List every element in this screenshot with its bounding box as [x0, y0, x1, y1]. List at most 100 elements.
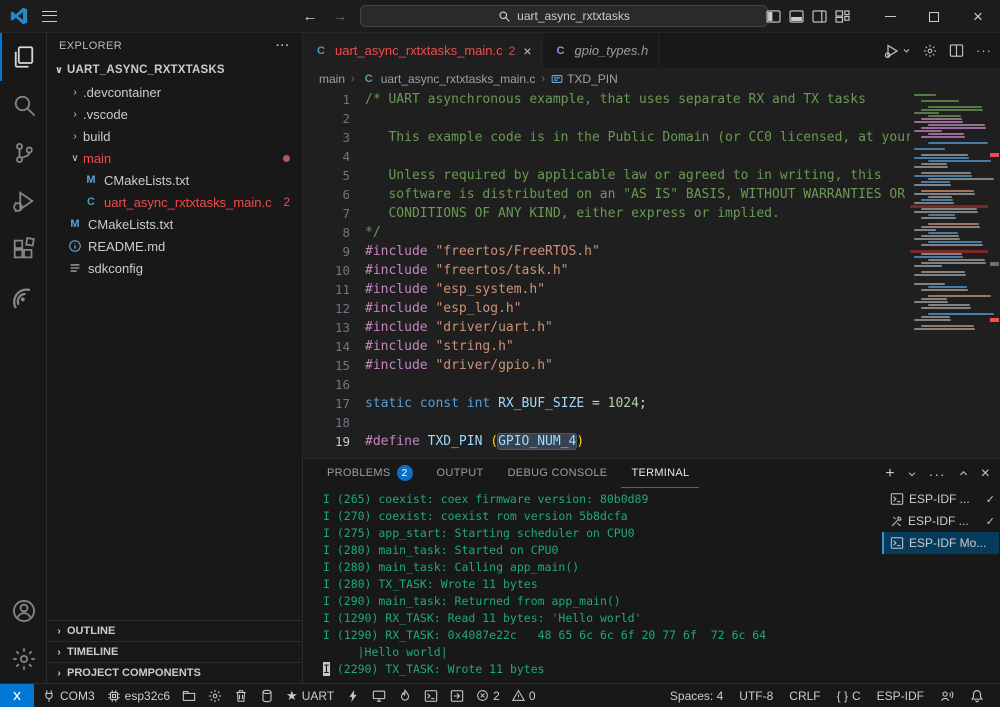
maximize-button[interactable] [912, 0, 956, 33]
panel-tab-debug-console[interactable]: DEBUG CONSOLE [498, 459, 618, 488]
toggle-secondary-sidebar-icon[interactable] [812, 10, 827, 23]
new-terminal-icon[interactable]: + [885, 465, 894, 483]
close-tab-icon[interactable]: × [523, 43, 531, 59]
statusbar-erase-flash[interactable] [254, 684, 280, 707]
more-actions-icon[interactable]: ··· [976, 43, 992, 58]
tree-item-uart-async-rxtxtasks-main-c[interactable]: Cuart_async_rxtxtasks_main.c2 [47, 191, 302, 213]
statusbar-build-flash-monitor[interactable] [392, 684, 418, 707]
panel-tab-terminal[interactable]: TERMINAL [621, 459, 699, 488]
statusbar-full-clean[interactable] [228, 684, 254, 707]
statusbar-flash-device[interactable] [340, 684, 366, 707]
code-line-19[interactable]: 19#define TXD_PIN (GPIO_NUM_4) [303, 432, 1000, 451]
run-button[interactable] [884, 43, 911, 59]
code-line-8[interactable]: 8*/ [303, 223, 1000, 242]
code-line-3[interactable]: 3 This example code is in the Public Dom… [303, 128, 1000, 147]
statusbar-run-commands[interactable] [444, 684, 470, 707]
statusbar-warnings-count[interactable]: 0 [506, 684, 542, 707]
explorer-more-actions-icon[interactable]: ··· [276, 40, 290, 52]
terminal-list-item[interactable]: ESP-IDF Mo... [882, 532, 999, 554]
code-line-13[interactable]: 13#include "driver/uart.h" [303, 318, 1000, 337]
statusbar-eol[interactable]: CRLF [781, 684, 828, 707]
statusbar-indentation[interactable]: Spaces: 4 [662, 684, 731, 707]
tree-item-cmakelists-txt[interactable]: MCMakeLists.txt [47, 169, 302, 191]
statusbar-monitor-device[interactable] [366, 684, 392, 707]
activity-bar-source-control-icon[interactable] [0, 129, 46, 177]
minimap[interactable] [910, 90, 988, 458]
code-line-10[interactable]: 10#include "freertos/task.h" [303, 261, 1000, 280]
statusbar-notifications[interactable] [962, 684, 992, 707]
toggle-sidebar-icon[interactable] [766, 10, 781, 23]
command-center-search[interactable]: uart_async_rxtxtasks [360, 5, 768, 27]
statusbar-esp-idf-version[interactable]: ESP-IDF [869, 684, 932, 707]
editor-tab-uart-async-rxtxtasks-main-c[interactable]: Cuart_async_rxtxtasks_main.c2× [303, 33, 543, 68]
editor-tab-gpio-types-h[interactable]: Cgpio_types.h [543, 33, 660, 68]
statusbar-open-terminal[interactable] [418, 684, 444, 707]
breadcrumb-item-2[interactable]: TXD_PIN [551, 72, 618, 86]
forward-button[interactable]: → [330, 8, 350, 25]
close-button[interactable]: × [956, 0, 1000, 33]
tree-item-build[interactable]: ›build [47, 125, 302, 147]
panel-more-icon[interactable]: ··· [929, 466, 946, 482]
statusbar-device-target[interactable]: esp32c6 [101, 684, 176, 707]
code-line-14[interactable]: 14#include "string.h" [303, 337, 1000, 356]
terminal-list-item[interactable]: ESP-IDF ...✓ [882, 488, 999, 510]
breadcrumb-item-1[interactable]: Cuart_async_rxtxtasks_main.c [361, 71, 536, 87]
statusbar-serial-port[interactable]: COM3 [36, 684, 101, 707]
menu-icon[interactable] [42, 11, 57, 22]
sidebar-section-timeline[interactable]: ›TIMELINE [47, 641, 302, 662]
breadcrumb-item-0[interactable]: main [319, 72, 345, 86]
statusbar-select-project-folder[interactable] [176, 684, 202, 707]
statusbar-sdk-configuration[interactable] [202, 684, 228, 707]
activity-bar-accounts-icon[interactable] [0, 587, 46, 635]
activity-bar-extensions-icon[interactable] [0, 225, 46, 273]
code-line-17[interactable]: 17static const int RX_BUF_SIZE = 1024; [303, 394, 1000, 413]
terminal-list-item[interactable]: ESP-IDF ...✓ [882, 510, 999, 532]
code-line-18[interactable]: 18 [303, 413, 1000, 432]
code-line-11[interactable]: 11#include "esp_system.h" [303, 280, 1000, 299]
toggle-panel-icon[interactable] [789, 10, 804, 23]
tree-item-cmakelists-txt[interactable]: MCMakeLists.txt [47, 213, 302, 235]
activity-bar-settings-icon[interactable] [0, 635, 46, 683]
statusbar-language-mode[interactable]: { }C [829, 684, 869, 707]
tree-item-sdkconfig[interactable]: sdkconfig [47, 257, 302, 279]
split-editor-icon[interactable] [949, 43, 964, 58]
code-line-1[interactable]: 1/* UART asynchronous example, that uses… [303, 90, 1000, 109]
code-line-15[interactable]: 15#include "driver/gpio.h" [303, 356, 1000, 375]
code-editor[interactable]: 1/* UART asynchronous example, that uses… [303, 90, 1000, 458]
gear-icon[interactable] [923, 44, 937, 58]
back-button[interactable]: ← [300, 8, 320, 25]
code-line-16[interactable]: 16 [303, 375, 1000, 394]
code-line-9[interactable]: 9#include "freertos/FreeRTOS.h" [303, 242, 1000, 261]
launch-profile-chevron-icon[interactable] [907, 469, 917, 479]
overview-ruler[interactable] [988, 90, 1000, 458]
tree-item--devcontainer[interactable]: ›.devcontainer [47, 81, 302, 103]
sidebar-section-outline[interactable]: ›OUTLINE [47, 620, 302, 641]
list-icon [67, 260, 83, 276]
tree-item-main[interactable]: ∨main [47, 147, 302, 169]
code-line-6[interactable]: 6 software is distributed on an "AS IS" … [303, 185, 1000, 204]
tree-root[interactable]: ∨UART_ASYNC_RXTXTASKS [47, 59, 302, 81]
activity-bar-search-icon[interactable] [0, 81, 46, 129]
panel-tab-problems[interactable]: PROBLEMS2 [317, 459, 423, 488]
activity-bar-run-debug-icon[interactable] [0, 177, 46, 225]
close-panel-icon[interactable]: × [981, 465, 990, 483]
code-line-5[interactable]: 5 Unless required by applicable law or a… [303, 166, 1000, 185]
maximize-panel-icon[interactable] [958, 468, 969, 479]
activity-bar-esp-idf-icon[interactable] [0, 273, 46, 321]
statusbar-remote-indicator[interactable] [0, 684, 34, 707]
statusbar-errors-count[interactable]: 2 [470, 684, 506, 707]
sidebar-section-project-components[interactable]: ›PROJECT COMPONENTS [47, 662, 302, 683]
tree-item-readme-md[interactable]: README.md [47, 235, 302, 257]
activity-bar-explorer-icon[interactable] [0, 33, 46, 81]
minimize-button[interactable] [868, 0, 912, 33]
tree-item--vscode[interactable]: ›.vscode [47, 103, 302, 125]
code-line-2[interactable]: 2 [303, 109, 1000, 128]
panel-tab-output[interactable]: OUTPUT [427, 459, 494, 488]
code-line-12[interactable]: 12#include "esp_log.h" [303, 299, 1000, 318]
customize-layout-icon[interactable] [835, 10, 850, 23]
code-line-7[interactable]: 7 CONDITIONS OF ANY KIND, either express… [303, 204, 1000, 223]
statusbar-feedback[interactable] [932, 684, 962, 707]
statusbar-encoding[interactable]: UTF-8 [731, 684, 781, 707]
statusbar-flash-method[interactable]: ★UART [280, 684, 340, 707]
code-line-4[interactable]: 4 [303, 147, 1000, 166]
